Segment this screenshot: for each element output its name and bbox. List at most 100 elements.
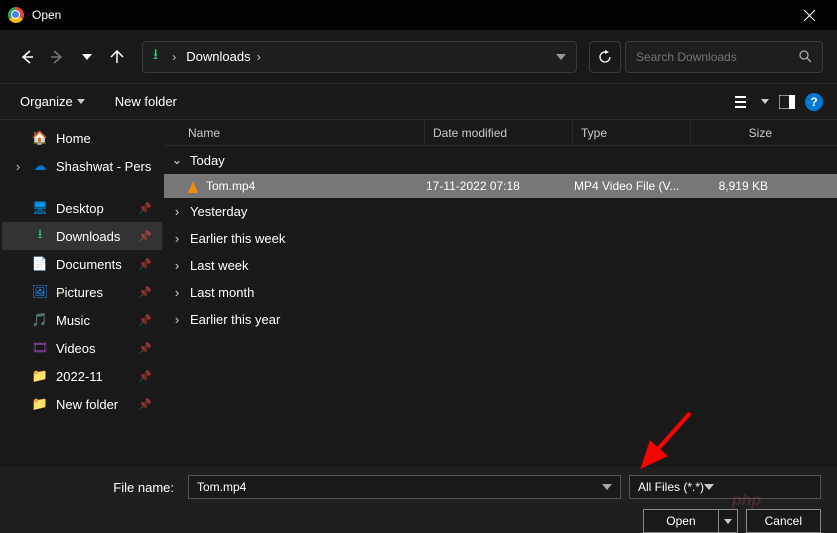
group-header[interactable]: › Yesterday xyxy=(164,198,837,225)
folder-icon: 🖥 xyxy=(32,200,48,216)
nav-toolbar: ⭳ › Downloads › xyxy=(0,30,837,84)
file-type: MP4 Video File (V... xyxy=(568,179,686,193)
chrome-icon xyxy=(8,7,24,23)
sidebar-item-music[interactable]: 🎵Music📌 xyxy=(2,306,162,334)
sidebar-item-2022-11[interactable]: 📁 2022-11 📌 xyxy=(2,362,162,390)
chevron-down-icon[interactable] xyxy=(602,484,612,490)
sidebar-item-home[interactable]: 🏠 Home xyxy=(2,124,162,152)
file-row[interactable]: Tom.mp4 17-11-2022 07:18MP4 Video File (V… xyxy=(164,174,837,198)
folder-icon: 🎵 xyxy=(32,312,48,328)
pin-icon: 📌 xyxy=(138,370,152,383)
column-size[interactable]: Size xyxy=(690,120,790,145)
pin-icon: 📌 xyxy=(138,342,152,355)
forward-button[interactable] xyxy=(44,44,70,70)
file-list: Name Date modified Type Size ⌄ Today Tom.m… xyxy=(164,120,837,467)
address-dropdown-icon[interactable] xyxy=(556,54,566,60)
chevron-icon: ⌄ xyxy=(170,152,184,168)
sidebar-item-new-folder[interactable]: 📁 New folder 📌 xyxy=(2,390,162,418)
file-date: 17-11-2022 07:18 xyxy=(420,179,568,193)
group-label: Yesterday xyxy=(190,204,247,219)
column-type[interactable]: Type xyxy=(572,120,690,145)
column-headers: Name Date modified Type Size xyxy=(164,120,837,146)
recent-dropdown-button[interactable] xyxy=(74,44,100,70)
command-bar: Organize New folder ? xyxy=(0,84,837,120)
group-header[interactable]: ⌄ Today xyxy=(164,146,837,174)
sidebar-item-downloads[interactable]: ⭳ Downloads 📌 xyxy=(2,222,162,250)
pin-icon: 📌 xyxy=(138,258,152,271)
pin-icon: 📌 xyxy=(138,398,152,411)
close-button[interactable] xyxy=(789,0,829,30)
sidebar-item-pictures[interactable]: 🖼Pictures📌 xyxy=(2,278,162,306)
file-name: Tom.mp4 xyxy=(206,179,255,193)
group-label: Last month xyxy=(190,285,254,300)
chevron-icon: › xyxy=(170,285,184,300)
sidebar-item-label: Shashwat - Pers xyxy=(56,159,151,174)
address-bar[interactable]: ⭳ › Downloads › xyxy=(142,41,577,73)
pin-icon: 📌 xyxy=(138,286,152,299)
up-button[interactable] xyxy=(104,44,130,70)
folder-icon: 📁 xyxy=(32,368,48,384)
sidebar-item-documents[interactable]: 📄 Documents 📌 xyxy=(2,250,162,278)
cancel-button[interactable]: Cancel xyxy=(746,509,821,533)
chevron-right-icon: › xyxy=(12,159,24,174)
sidebar-item-shashwat-pers[interactable]: › ☁ Shashwat - Pers xyxy=(2,152,162,180)
breadcrumb-sep: › xyxy=(257,49,261,64)
title-bar: Open xyxy=(0,0,837,30)
vlc-icon xyxy=(186,179,200,193)
folder-icon: 🎞 xyxy=(32,340,48,356)
group-label: Last week xyxy=(190,258,249,273)
filename-input[interactable]: Tom.mp4 xyxy=(188,475,621,499)
sidebar-item-desktop[interactable]: 🖥 Desktop 📌 xyxy=(2,194,162,222)
chevron-down-icon[interactable] xyxy=(704,484,714,490)
chevron-icon: › xyxy=(170,204,184,219)
download-folder-icon: ⭳ xyxy=(153,44,158,69)
search-input[interactable] xyxy=(636,50,799,64)
new-folder-button[interactable]: New folder xyxy=(109,90,183,113)
window-title: Open xyxy=(32,8,61,22)
sidebar: 🏠 Home › ☁ Shashwat - Pers 🖥 Desktop 📌 ⭳ Download… xyxy=(0,120,164,467)
folder-icon: 📁 xyxy=(32,396,48,412)
breadcrumb-item[interactable]: Downloads xyxy=(186,49,250,64)
preview-pane-button[interactable] xyxy=(777,92,797,112)
group-header[interactable]: › Last week xyxy=(164,252,837,279)
group-header[interactable]: ›Earlier this year xyxy=(164,306,837,333)
folder-icon: 🏠 xyxy=(32,130,48,146)
refresh-button[interactable] xyxy=(589,41,621,73)
chevron-icon: › xyxy=(170,231,184,246)
organize-button[interactable]: Organize xyxy=(14,90,91,113)
open-split-button[interactable] xyxy=(719,519,737,524)
chevron-icon: › xyxy=(170,258,184,273)
pin-icon: 📌 xyxy=(138,230,152,243)
sidebar-item-label: Home xyxy=(56,131,91,146)
filename-label: File name: xyxy=(16,480,180,495)
footer: File name: Tom.mp4 All Files (*.*) Open … xyxy=(0,467,837,533)
pin-icon: 📌 xyxy=(138,314,152,327)
folder-icon: 🖼 xyxy=(32,284,48,300)
folder-icon: ⭳ xyxy=(32,228,48,244)
search-icon xyxy=(799,50,812,63)
sidebar-item-label: 2022-11 xyxy=(56,369,103,384)
column-date[interactable]: Date modified xyxy=(424,120,572,145)
breadcrumb-sep: › xyxy=(172,50,176,64)
folder-icon: 📄 xyxy=(32,256,48,272)
group-header[interactable]: ›Earlier this week xyxy=(164,225,837,252)
back-button[interactable] xyxy=(14,44,40,70)
sidebar-item-label: New folder xyxy=(56,397,118,412)
search-box[interactable] xyxy=(625,41,823,73)
sidebar-item-label: Documents xyxy=(56,257,122,272)
view-mode-button[interactable] xyxy=(733,92,753,112)
folder-icon: ☁ xyxy=(32,158,48,174)
open-button[interactable]: Open xyxy=(643,509,737,533)
filetype-select[interactable]: All Files (*.*) xyxy=(629,475,821,499)
sidebar-item-videos[interactable]: 🎞 Videos 📌 xyxy=(2,334,162,362)
sidebar-item-label: Desktop xyxy=(56,201,104,216)
column-name[interactable]: Name xyxy=(164,126,424,140)
pin-icon: 📌 xyxy=(138,202,152,215)
help-icon[interactable]: ? xyxy=(805,93,823,111)
sidebar-item-label: Downloads xyxy=(56,229,120,244)
group-header[interactable]: › Last month xyxy=(164,279,837,306)
sidebar-item-label: Videos xyxy=(56,341,96,356)
group-label: Today xyxy=(190,153,225,168)
chevron-down-icon[interactable] xyxy=(761,99,769,104)
file-size: 8,919 KB xyxy=(686,179,786,193)
